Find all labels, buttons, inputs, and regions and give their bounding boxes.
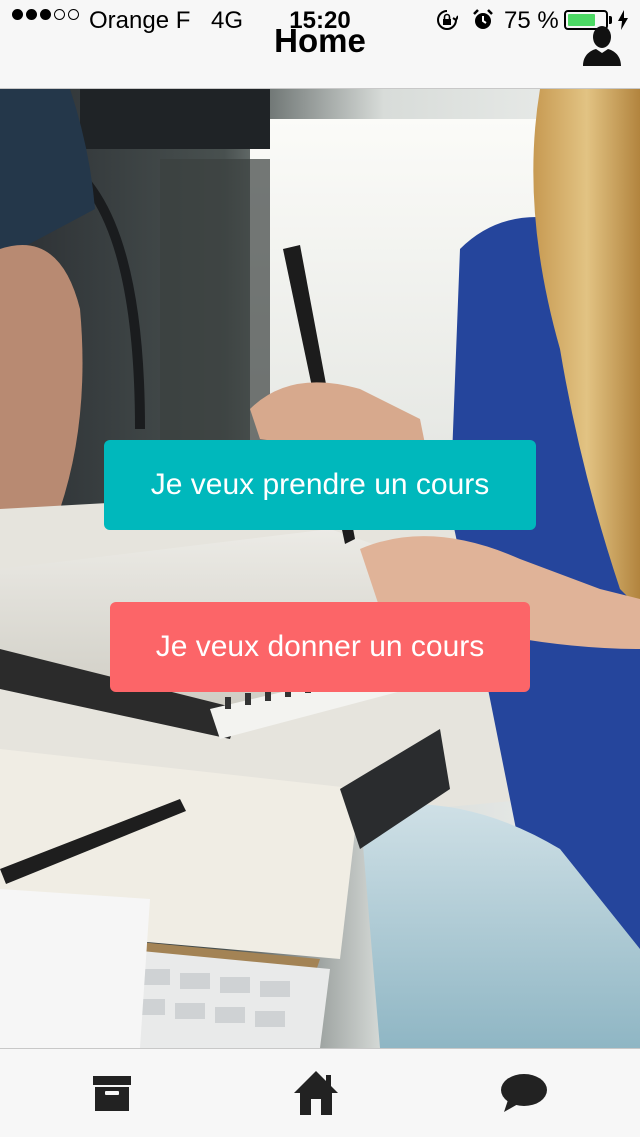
tab-archive[interactable] bbox=[52, 1049, 172, 1137]
page-title: Home bbox=[274, 22, 366, 59]
home-icon bbox=[294, 1071, 338, 1115]
chat-bubble-icon bbox=[501, 1074, 547, 1112]
user-silhouette-icon[interactable] bbox=[580, 22, 624, 66]
tab-home[interactable] bbox=[256, 1049, 376, 1137]
hero-photo bbox=[0, 89, 640, 1048]
tab-messages[interactable] bbox=[464, 1049, 584, 1137]
archive-box-icon bbox=[93, 1076, 131, 1111]
top-bar: Orange F 4G 15:20 75 % Home bbox=[0, 0, 640, 89]
give-course-button[interactable]: Je veux donner un cours bbox=[110, 602, 530, 692]
take-course-button[interactable]: Je veux prendre un cours bbox=[104, 440, 536, 530]
tab-bar bbox=[0, 1048, 640, 1137]
students-studying-illustration bbox=[0, 89, 640, 1048]
